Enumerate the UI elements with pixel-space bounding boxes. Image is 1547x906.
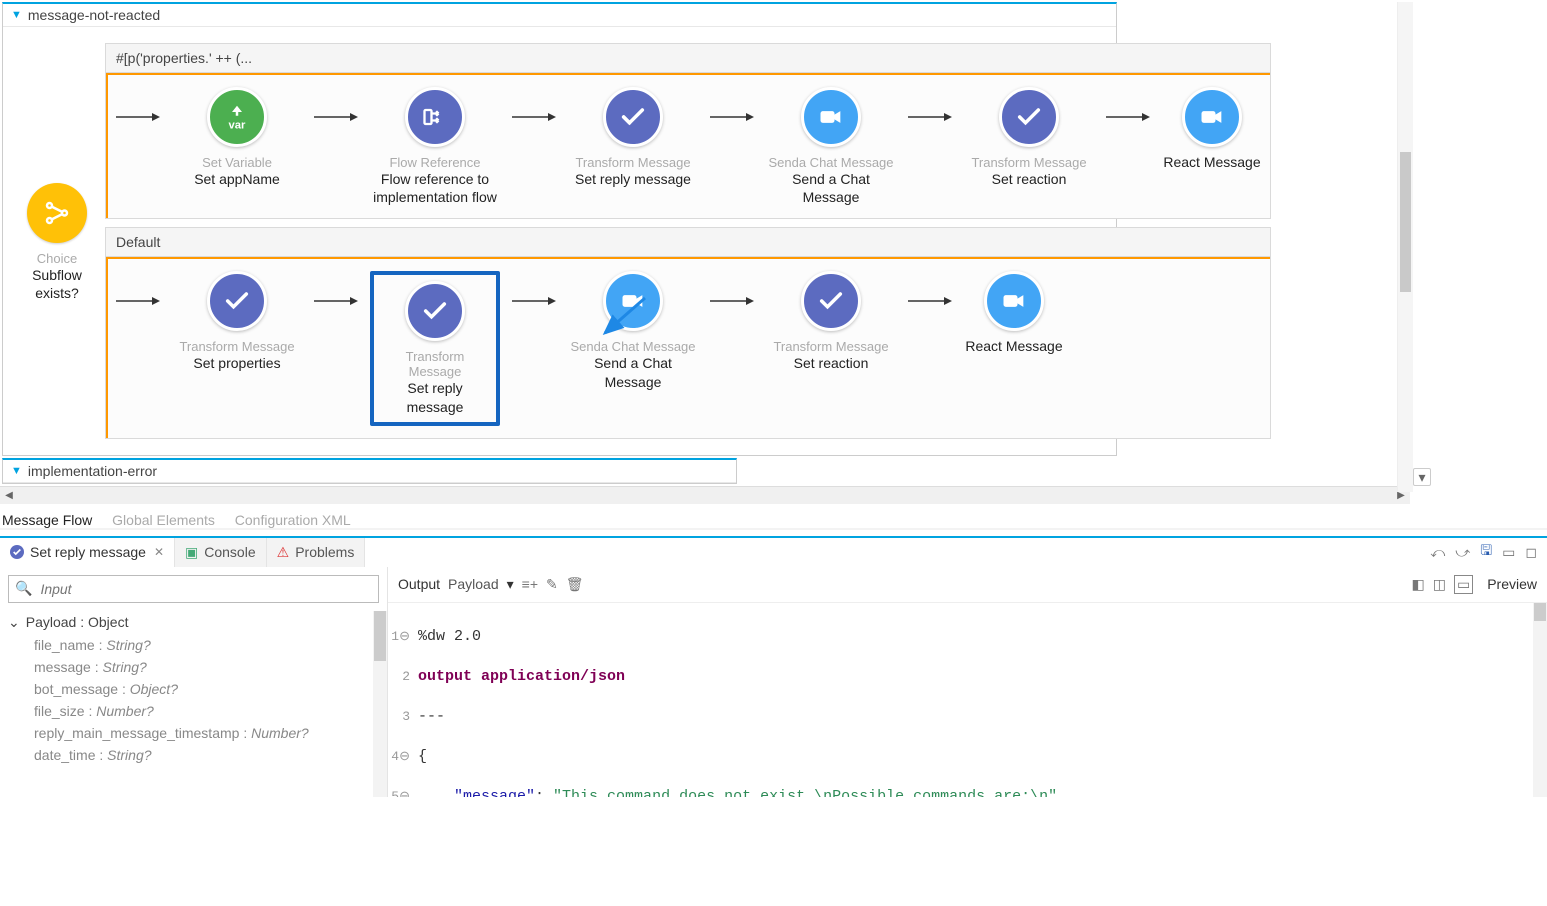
node-transform-message-selected[interactable]: Transform Message Set reply message (370, 271, 500, 425)
transform-icon (999, 87, 1059, 147)
tree-scrollbar[interactable] (373, 611, 387, 797)
node-send-chat-message[interactable]: Senda Chat Message Send a Chat Message (766, 87, 896, 206)
layout-2-icon[interactable]: ◫ (1433, 576, 1446, 593)
canvas-view-tabs: Message Flow Global Elements Configurati… (0, 504, 1547, 530)
tree-field[interactable]: file_size : Number? (8, 700, 379, 722)
node-send-chat-message[interactable]: Senda Chat Message Send a Chat Message (568, 271, 698, 390)
close-icon[interactable]: ✕ (154, 545, 164, 559)
video-icon (1182, 87, 1242, 147)
tab-message-flow[interactable]: Message Flow (2, 512, 92, 528)
tab-set-reply-message[interactable]: Set reply message ✕ (0, 538, 175, 567)
code-scrollbar[interactable] (1533, 603, 1547, 797)
arrow-icon (1106, 87, 1150, 147)
transform-icon (801, 271, 861, 331)
transform-small-icon (10, 545, 24, 559)
tab-global-elements[interactable]: Global Elements (112, 512, 215, 528)
tree-field[interactable]: message : String? (8, 656, 379, 678)
branch-default-label: Default (106, 228, 1270, 257)
output-panel: Output Payload ▾ ≡+ ✎ 🗑 ◧ ◫ ▭ Preview 1⊖… (388, 567, 1547, 797)
tree-root-payload[interactable]: ⌄Payload : Object (8, 611, 379, 634)
flow-reference-icon (405, 87, 465, 147)
arrow-icon (512, 87, 556, 147)
tree-field[interactable]: date_time : String? (8, 744, 379, 766)
arrow-icon (710, 87, 754, 147)
input-search[interactable]: 🔍 (8, 575, 379, 603)
edit-icon[interactable]: ✎ (546, 576, 558, 593)
arrow-icon (314, 87, 358, 147)
video-icon (984, 271, 1044, 331)
dropdown-icon[interactable]: ▾ (507, 576, 514, 593)
minimize-icon[interactable]: ▭ (1502, 544, 1515, 561)
problems-icon: ⚠ (277, 544, 290, 561)
node-transform-message[interactable]: Transform Message Set reply message (568, 87, 698, 188)
transform-icon (405, 281, 465, 341)
node-set-variable[interactable]: var Set Variable Set appName (172, 87, 302, 188)
node-flow-reference[interactable]: Flow Reference Flow reference to impleme… (370, 87, 500, 206)
code-editor[interactable]: 1⊖%dw 2.0 2output application/json 3--- … (388, 603, 1547, 797)
arrow-icon (512, 271, 556, 331)
search-input[interactable] (38, 580, 372, 598)
input-panel: 🔍 ⌄Payload : Object file_name : String?m… (0, 567, 388, 797)
chevron-down-icon[interactable]: ⌄ (8, 614, 20, 631)
collapse-icon[interactable]: ▼ (11, 9, 22, 21)
arrow-icon (116, 87, 160, 147)
undo-icon[interactable]: ⤺ (1430, 544, 1445, 561)
scroll-left-icon[interactable]: ◀ (2, 488, 16, 502)
output-label: Output (398, 576, 440, 592)
choice-type-label: Choice (37, 251, 77, 266)
redo-icon[interactable]: ⤻ (1455, 544, 1470, 561)
set-variable-icon: var (207, 87, 267, 147)
choice-node[interactable]: Choice Subflow exists? (27, 43, 87, 302)
transform-icon (207, 271, 267, 331)
layout-1-icon[interactable]: ◧ (1412, 576, 1425, 593)
collapse-icon[interactable]: ▼ (11, 465, 22, 477)
arrow-icon (314, 271, 358, 331)
branch-condition: #[p('properties.' ++ (... (106, 44, 1270, 73)
transform-icon (603, 87, 663, 147)
arrow-icon (116, 271, 160, 331)
tab-problems[interactable]: ⚠ Problems (267, 538, 366, 567)
node-react-message[interactable]: React Message (1162, 87, 1262, 171)
tree-field[interactable]: file_name : String? (8, 634, 379, 656)
choice-branch-default[interactable]: Default Transform Message Set properties… (105, 227, 1271, 438)
tree-field[interactable]: bot_message : Object? (8, 678, 379, 700)
svg-text:var: var (229, 119, 247, 131)
arrow-icon (908, 87, 952, 147)
tree-field[interactable]: reply_main_message_timestamp : Number? (8, 722, 379, 744)
save-icon[interactable]: 🖫 (1480, 540, 1492, 564)
flow-header[interactable]: ▼ message-not-reacted (3, 4, 1116, 27)
flow-message-not-reacted[interactable]: ▼ message-not-reacted Choice Subflow exi… (2, 2, 1117, 456)
arrow-icon (908, 271, 952, 331)
maximize-icon[interactable]: ◻ (1525, 544, 1537, 561)
canvas-horizontal-scrollbar[interactable]: ◀ ▶ (0, 486, 1410, 504)
node-transform-message[interactable]: Transform Message Set reaction (964, 87, 1094, 188)
node-react-message[interactable]: React Message (964, 271, 1064, 355)
video-icon (801, 87, 861, 147)
delete-icon[interactable]: 🗑 (566, 576, 584, 593)
node-transform-message[interactable]: Transform Message Set properties (172, 271, 302, 372)
flow-implementation-error[interactable]: ▼ implementation-error (2, 458, 737, 484)
tab-configuration-xml[interactable]: Configuration XML (235, 512, 351, 528)
choice-branch-when[interactable]: #[p('properties.' ++ (... var Set Variab… (105, 43, 1271, 219)
tab-label: Set reply message (30, 544, 146, 560)
payload-label: Payload (448, 576, 499, 592)
layout-3-icon[interactable]: ▭ (1454, 575, 1473, 594)
preview-button[interactable]: Preview (1487, 576, 1537, 592)
arrow-icon (710, 271, 754, 331)
console-icon: ▣ (185, 544, 198, 561)
flow-title: implementation-error (28, 463, 157, 479)
search-icon: 🔍 (15, 580, 32, 597)
tab-console[interactable]: ▣ Console (175, 538, 267, 567)
canvas-vertical-scrollbar[interactable] (1397, 2, 1413, 492)
flow-title: message-not-reacted (28, 7, 160, 23)
video-icon (603, 271, 663, 331)
choice-name-label: Subflow exists? (27, 266, 87, 302)
node-transform-message[interactable]: Transform Message Set reaction (766, 271, 896, 372)
choice-icon (27, 183, 87, 243)
properties-tab-bar: Set reply message ✕ ▣ Console ⚠ Problems… (0, 536, 1547, 567)
chevron-down-icon[interactable]: ▾ (1413, 468, 1431, 486)
add-icon[interactable]: ≡+ (522, 576, 538, 592)
